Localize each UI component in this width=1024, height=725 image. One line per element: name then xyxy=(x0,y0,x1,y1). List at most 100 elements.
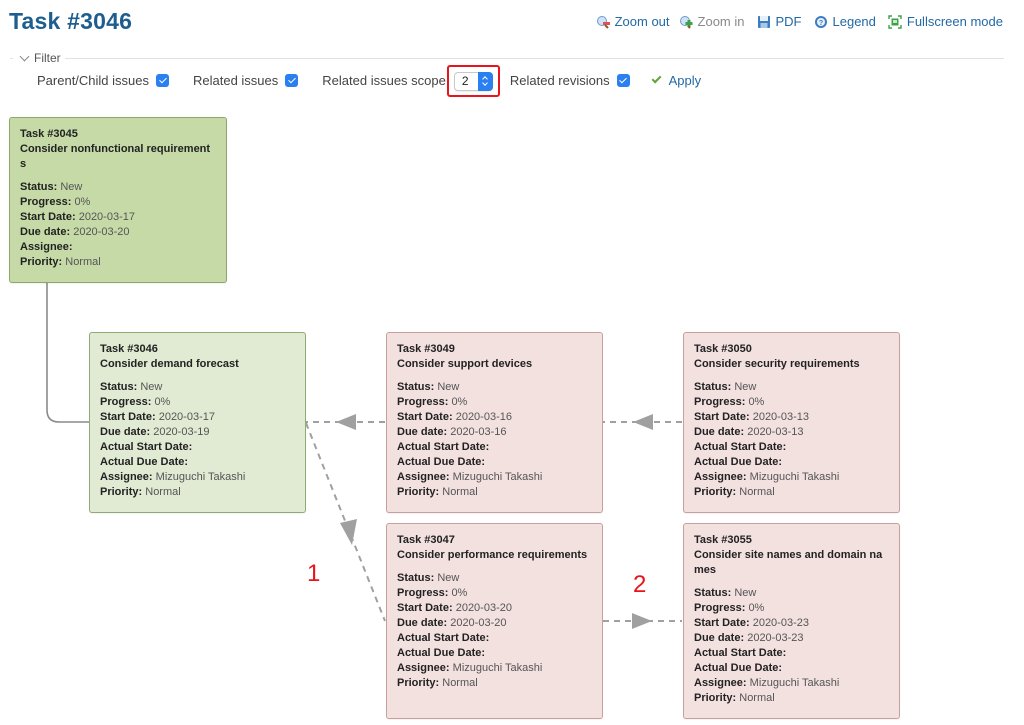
field-start-date: Start Date: 2020-03-16 xyxy=(397,411,512,423)
field-due-date: Due date: 2020-03-20 xyxy=(397,617,507,629)
legend-button[interactable]: ? Legend xyxy=(814,14,876,29)
related-revisions-label: Related revisions xyxy=(509,72,610,88)
edge-3046-3047 xyxy=(305,422,386,622)
field-actual-due: Actual Due Date: xyxy=(397,647,486,659)
field-actual-start: Actual Start Date: xyxy=(100,441,193,453)
parent-child-checkbox[interactable] xyxy=(156,73,169,87)
field-priority: Priority: Normal xyxy=(694,486,775,498)
field-assignee: Assignee: Mizuguchi Takashi xyxy=(694,677,840,689)
field-actual-start: Actual Start Date: xyxy=(397,632,490,644)
annotation-label-1: 1 xyxy=(307,560,321,587)
field-due-date: Due date: 2020-03-20 xyxy=(20,226,130,238)
parent-child-label: Parent/Child issues xyxy=(37,72,149,88)
filter-options: Parent/Child issues Related issues Relat… xyxy=(37,65,702,97)
zoom-in-icon xyxy=(679,15,694,29)
arrowhead-3047-3055 xyxy=(632,613,652,629)
apply-label: Apply xyxy=(668,72,702,88)
zoom-out-label: Zoom out xyxy=(614,14,670,29)
issue-id: Task #3055 xyxy=(694,534,752,546)
issue-subject: Consider site names and domain names xyxy=(694,549,883,576)
arrowhead-3049-3046 xyxy=(336,414,356,430)
issue-id: Task #3050 xyxy=(694,343,752,355)
issue-card-3049[interactable]: Task #3049 Consider support devices Stat… xyxy=(386,332,603,513)
issue-subject: Consider security requirements xyxy=(694,358,860,370)
arrowhead-3046-3047 xyxy=(340,519,357,545)
field-assignee: Assignee: Mizuguchi Takashi xyxy=(694,471,840,483)
field-actual-due: Actual Due Date: xyxy=(397,456,486,468)
field-actual-start: Actual Start Date: xyxy=(694,647,787,659)
zoom-out-button[interactable]: Zoom out xyxy=(596,14,670,29)
arrowhead-3050-3049 xyxy=(633,414,653,430)
pdf-label: PDF xyxy=(775,14,802,29)
field-start-date: Start Date: 2020-03-17 xyxy=(100,411,215,423)
field-assignee: Assignee: xyxy=(20,241,73,253)
fullscreen-button[interactable]: Fullscreen mode xyxy=(888,14,1003,29)
legend-label: Legend xyxy=(832,14,876,29)
issue-subject: Consider demand forecast xyxy=(100,358,239,370)
scope-label: Related issues scope xyxy=(322,72,446,88)
issue-subject: Consider support devices xyxy=(397,358,533,370)
annotation-label-2: 2 xyxy=(633,571,647,598)
issue-graph: Task #3045 Consider nonfunctional requir… xyxy=(0,0,1024,725)
field-assignee: Assignee: Mizuguchi Takashi xyxy=(100,471,246,483)
related-revisions-checkbox[interactable] xyxy=(616,73,630,87)
field-start-date: Start Date: 2020-03-23 xyxy=(694,617,809,629)
filter-divider xyxy=(10,58,1004,59)
field-status: Status: New xyxy=(397,572,460,584)
help-icon: ? xyxy=(814,15,829,29)
field-due-date: Due date: 2020-03-23 xyxy=(694,632,804,644)
page-title: Task #3046 xyxy=(9,8,133,34)
field-status: Status: New xyxy=(694,587,757,599)
field-progress: Progress: 0% xyxy=(100,396,171,408)
field-due-date: Due date: 2020-03-13 xyxy=(694,426,804,438)
apply-button[interactable]: Apply xyxy=(651,72,702,88)
issue-card-3050[interactable]: Task #3050 Consider security requirement… xyxy=(683,332,900,513)
filter-toggle[interactable]: Filter xyxy=(13,51,65,65)
field-start-date: Start Date: 2020-03-20 xyxy=(397,602,512,614)
graph-toolbar: Zoom out Zoom in PDF ? Legend Fullscreen… xyxy=(596,14,1003,29)
issue-card-3047[interactable]: Task #3047 Consider performance requirem… xyxy=(386,523,603,719)
issue-card-3046[interactable]: Task #3046 Consider demand forecast Stat… xyxy=(89,332,306,513)
field-status: Status: New xyxy=(397,381,460,393)
related-issues-checkbox[interactable] xyxy=(285,73,299,87)
filter-fieldset: Filter xyxy=(10,51,1004,65)
chevron-down-icon xyxy=(19,51,30,61)
related-revisions-filter: Related revisions xyxy=(510,73,630,88)
field-progress: Progress: 0% xyxy=(694,602,765,614)
issue-id: Task #3047 xyxy=(397,534,455,546)
fullscreen-icon xyxy=(888,14,903,29)
zoom-in-button[interactable]: Zoom in xyxy=(679,14,745,29)
field-actual-due: Actual Due Date: xyxy=(694,662,783,674)
zoom-out-icon xyxy=(596,15,611,29)
scope-highlight-box: 2 xyxy=(446,65,500,97)
issue-card-3045[interactable]: Task #3045 Consider nonfunctional requir… xyxy=(9,117,227,283)
field-actual-due: Actual Due Date: xyxy=(100,456,189,468)
field-priority: Priority: Normal xyxy=(397,677,478,689)
scope-value: 2 xyxy=(461,74,469,88)
field-progress: Progress: 0% xyxy=(694,396,765,408)
field-actual-start: Actual Start Date: xyxy=(694,441,787,453)
select-stepper-icon xyxy=(477,71,493,91)
scope-select[interactable]: 2 xyxy=(453,71,493,91)
field-due-date: Due date: 2020-03-16 xyxy=(397,426,507,438)
field-start-date: Start Date: 2020-03-13 xyxy=(694,411,809,423)
field-actual-due: Actual Due Date: xyxy=(694,456,783,468)
scope-filter: Related issues scope 2 xyxy=(322,63,500,97)
field-start-date: Start Date: 2020-03-17 xyxy=(20,211,135,223)
issue-id: Task #3045 xyxy=(20,128,78,140)
save-disk-icon xyxy=(757,15,772,29)
fullscreen-label: Fullscreen mode xyxy=(906,14,1003,29)
pdf-button[interactable]: PDF xyxy=(757,14,802,29)
issue-id: Task #3046 xyxy=(100,343,158,355)
field-progress: Progress: 0% xyxy=(397,587,468,599)
field-assignee: Assignee: Mizuguchi Takashi xyxy=(397,662,543,674)
field-due-date: Due date: 2020-03-19 xyxy=(100,426,210,438)
issue-card-3055[interactable]: Task #3055 Consider site names and domai… xyxy=(683,523,900,719)
checkmark-icon xyxy=(651,73,662,84)
field-progress: Progress: 0% xyxy=(397,396,468,408)
issue-subject: Consider performance requirements xyxy=(397,549,588,561)
filter-legend-label: Filter xyxy=(34,51,61,65)
field-priority: Priority: Normal xyxy=(397,486,478,498)
issue-subject: Consider nonfunctional requirements xyxy=(20,143,211,170)
parent-child-filter: Parent/Child issues xyxy=(37,73,169,88)
